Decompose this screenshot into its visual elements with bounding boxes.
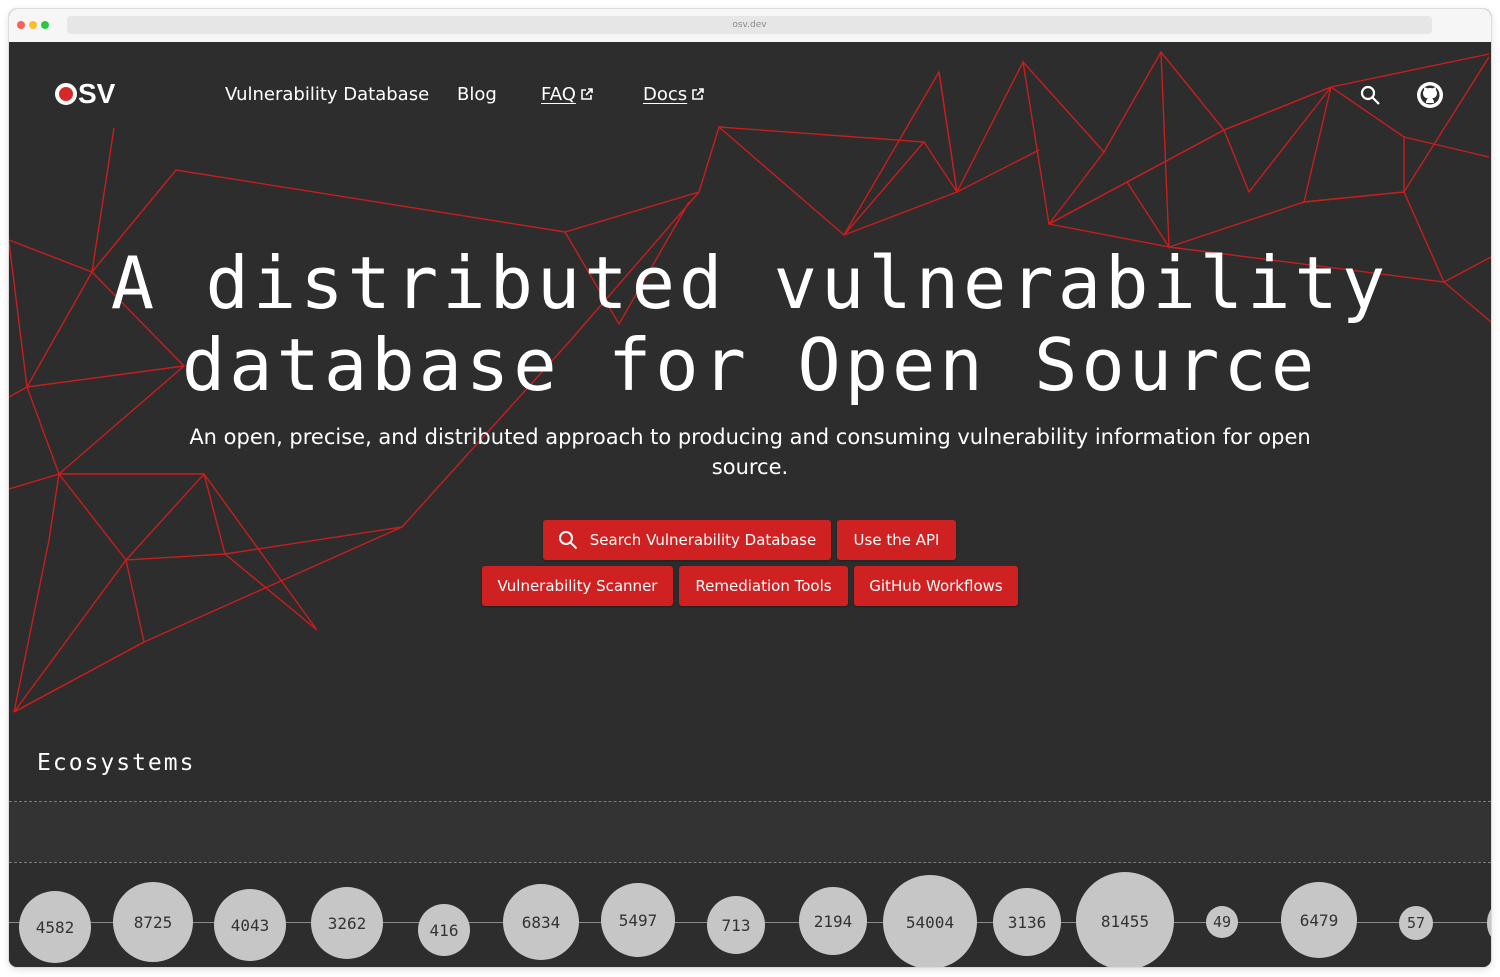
external-link-icon [692,88,704,100]
hero-subtitle: An open, precise, and distributed approa… [189,425,1311,479]
ecosystems-heading: Ecosystems [37,750,196,776]
logo-text: SV [78,78,116,109]
nav-vulnerability-database[interactable]: Vulnerability Database [225,80,429,108]
ecosystem-bubble[interactable]: 416 [418,904,470,956]
search-button-label: Search Vulnerability Database [589,531,817,549]
hero-title-line-1: A distributed vulnerability [110,241,1390,325]
ecosystems-divider-top [9,801,1491,802]
external-link-icon [581,88,593,100]
ecosystem-bubble[interactable]: 3262 [311,887,383,959]
close-window-icon[interactable] [17,21,25,29]
nav-blog[interactable]: Blog [457,80,497,108]
github-link[interactable] [1415,80,1445,110]
search-vulnerability-database-button[interactable]: Search Vulnerability Database [543,520,831,560]
search-icon [1360,85,1380,105]
ecosystem-bubble[interactable]: 713 [707,896,765,954]
github-workflows-button[interactable]: GitHub Workflows [854,566,1018,606]
hero-title-line-2: database for Open Source [181,323,1319,407]
minimize-window-icon[interactable] [29,21,37,29]
nav-docs-label: Docs [643,83,688,105]
address-bar[interactable]: osv.dev [67,16,1432,34]
browser-chrome: osv.dev [9,9,1491,43]
remediation-tools-button[interactable]: Remediation Tools [679,566,848,606]
ecosystem-bubble[interactable]: 6834 [503,884,579,960]
use-the-api-button[interactable]: Use the API [837,520,956,560]
ecosystem-bubble[interactable]: 8725 [113,882,193,962]
ecosystems-band [9,802,1491,862]
ecosystem-bubble[interactable]: 49 [1206,906,1238,938]
hero-title: A distributed vulnerability database for… [9,242,1491,406]
ecosystem-bubble[interactable]: 5497 [601,883,675,957]
nav-docs[interactable]: Docs [643,80,705,108]
ecosystem-bubble[interactable]: 4582 [19,891,91,963]
ecosystem-bubble[interactable]: 4043 [214,889,286,961]
browser-window: osv.dev SV Vulnerability Database Blog F… [9,9,1491,967]
ecosystems-divider-bottom [9,862,1491,863]
ecosystem-bubble[interactable]: 2194 [799,887,867,955]
vulnerability-scanner-button[interactable]: Vulnerability Scanner [482,566,673,606]
search-icon [558,531,577,550]
osv-logo[interactable]: SV [55,77,115,111]
ecosystem-bubble[interactable]: 54004 [883,875,977,967]
ecosystem-bubble[interactable]: 57 [1399,906,1433,940]
ecosystem-bubble[interactable]: 3136 [993,888,1061,956]
github-icon [1417,82,1443,108]
ecosystem-bubble[interactable]: 81455 [1076,872,1174,967]
search-button[interactable] [1355,80,1385,110]
nav-faq-label: FAQ [541,83,576,105]
nav-faq[interactable]: FAQ [541,80,594,108]
maximize-window-icon[interactable] [41,21,49,29]
logo-ring-icon [55,83,77,105]
ecosystem-bubble[interactable]: 6479 [1281,882,1357,958]
page-content: SV Vulnerability Database Blog FAQ Docs [9,42,1491,967]
